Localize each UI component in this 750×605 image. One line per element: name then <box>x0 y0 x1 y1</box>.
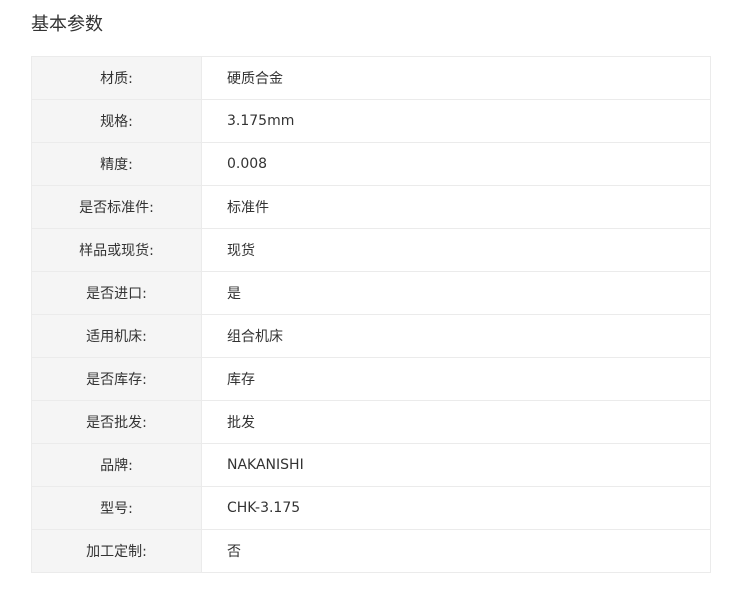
spec-table: 材质: 硬质合金 规格: 3.175mm 精度: 0.008 是否标准件: 标准… <box>31 56 711 573</box>
param-label: 是否库存: <box>31 357 202 401</box>
table-row: 是否库存: 库存 <box>31 357 711 401</box>
param-value: 是 <box>201 271 711 315</box>
table-row: 是否标准件: 标准件 <box>31 185 711 229</box>
param-value: 批发 <box>201 400 711 444</box>
param-value: 库存 <box>201 357 711 401</box>
param-label: 加工定制: <box>31 529 202 573</box>
section-title: 基本参数 <box>31 14 103 35</box>
param-label: 是否标准件: <box>31 185 202 229</box>
table-row: 品牌: NAKANISHI <box>31 443 711 487</box>
table-row: 是否进口: 是 <box>31 271 711 315</box>
param-value: 硬质合金 <box>201 56 711 100</box>
param-value: 标准件 <box>201 185 711 229</box>
param-value: 3.175mm <box>201 99 711 143</box>
param-label: 规格: <box>31 99 202 143</box>
table-row: 规格: 3.175mm <box>31 99 711 143</box>
table-row: 材质: 硬质合金 <box>31 56 711 100</box>
param-label: 是否批发: <box>31 400 202 444</box>
param-value: 否 <box>201 529 711 573</box>
table-row: 精度: 0.008 <box>31 142 711 186</box>
param-value: 0.008 <box>201 142 711 186</box>
param-label: 样品或现货: <box>31 228 202 272</box>
param-label: 型号: <box>31 486 202 530</box>
param-label: 材质: <box>31 56 202 100</box>
param-label: 品牌: <box>31 443 202 487</box>
param-value: 现货 <box>201 228 711 272</box>
param-value: CHK-3.175 <box>201 486 711 530</box>
table-row: 样品或现货: 现货 <box>31 228 711 272</box>
table-row: 适用机床: 组合机床 <box>31 314 711 358</box>
table-row: 是否批发: 批发 <box>31 400 711 444</box>
param-label: 精度: <box>31 142 202 186</box>
param-label: 适用机床: <box>31 314 202 358</box>
table-row: 加工定制: 否 <box>31 529 711 573</box>
param-value: NAKANISHI <box>201 443 711 487</box>
param-value: 组合机床 <box>201 314 711 358</box>
table-row: 型号: CHK-3.175 <box>31 486 711 530</box>
param-label: 是否进口: <box>31 271 202 315</box>
